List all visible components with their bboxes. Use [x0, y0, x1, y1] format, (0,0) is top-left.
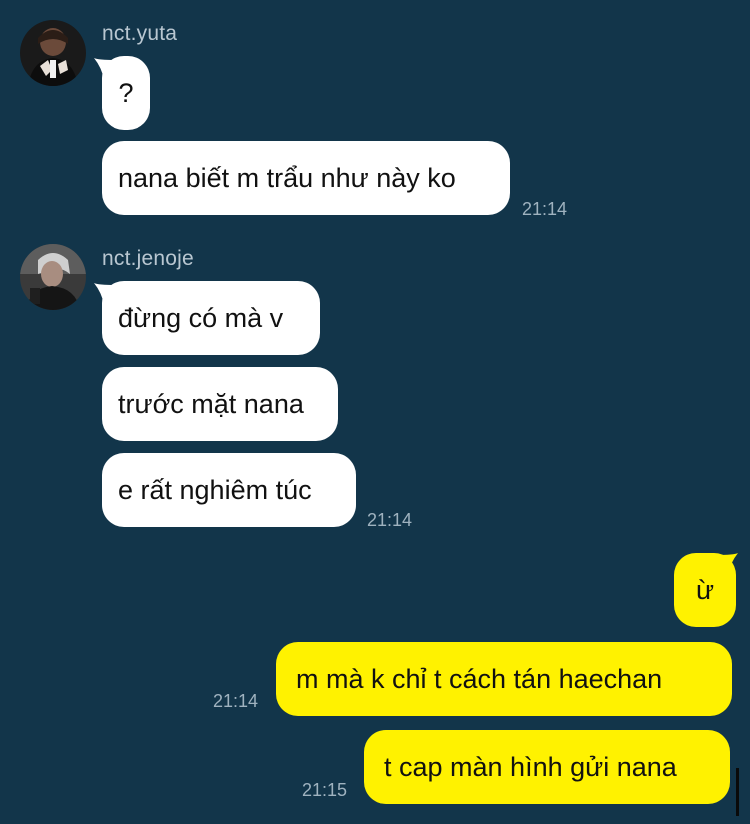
message-text: m mà k chỉ t cách tán haechan	[296, 664, 663, 694]
message-timestamp: 21:14	[522, 199, 568, 219]
message-bubble[interactable]: m mà k chỉ t cách tán haechan	[276, 642, 732, 716]
sender-avatar-jenoje[interactable]	[20, 244, 86, 310]
sender-name: nct.yuta	[102, 22, 178, 45]
message-text: ừ	[695, 575, 715, 605]
message-bubble[interactable]: nana biết m trẩu như này ko	[102, 141, 510, 215]
message-bubble[interactable]: t cap màn hình gửi nana	[364, 730, 730, 804]
message-timestamp: 21:14	[213, 691, 259, 711]
message-text: nana biết m trẩu như này ko	[118, 163, 456, 193]
message-bubble[interactable]: e rất nghiêm túc	[102, 453, 356, 527]
message-bubble[interactable]: trước mặt nana	[102, 367, 338, 441]
avatar-photo-icon	[20, 20, 86, 86]
message-bubble[interactable]: ừ	[674, 553, 736, 627]
avatar-photo-icon	[20, 244, 86, 310]
message-text: e rất nghiêm túc	[118, 475, 312, 505]
chat-thread[interactable]: nct.yuta ? nana biết m trẩu như này ko 2…	[0, 0, 750, 824]
message-text: ?	[118, 78, 134, 108]
message-timestamp: 21:15	[302, 780, 348, 800]
message-text: trước mặt nana	[118, 389, 304, 419]
sender-name: nct.jenoje	[102, 247, 194, 270]
sender-avatar-yuta[interactable]	[20, 20, 86, 86]
message-bubble[interactable]: đừng có mà v	[102, 281, 320, 355]
message-timestamp: 21:14	[367, 510, 413, 530]
message-text: đừng có mà v	[118, 303, 284, 333]
scroll-indicator[interactable]	[736, 768, 739, 816]
message-bubble[interactable]: ?	[102, 56, 150, 130]
message-text: t cap màn hình gửi nana	[384, 752, 677, 782]
